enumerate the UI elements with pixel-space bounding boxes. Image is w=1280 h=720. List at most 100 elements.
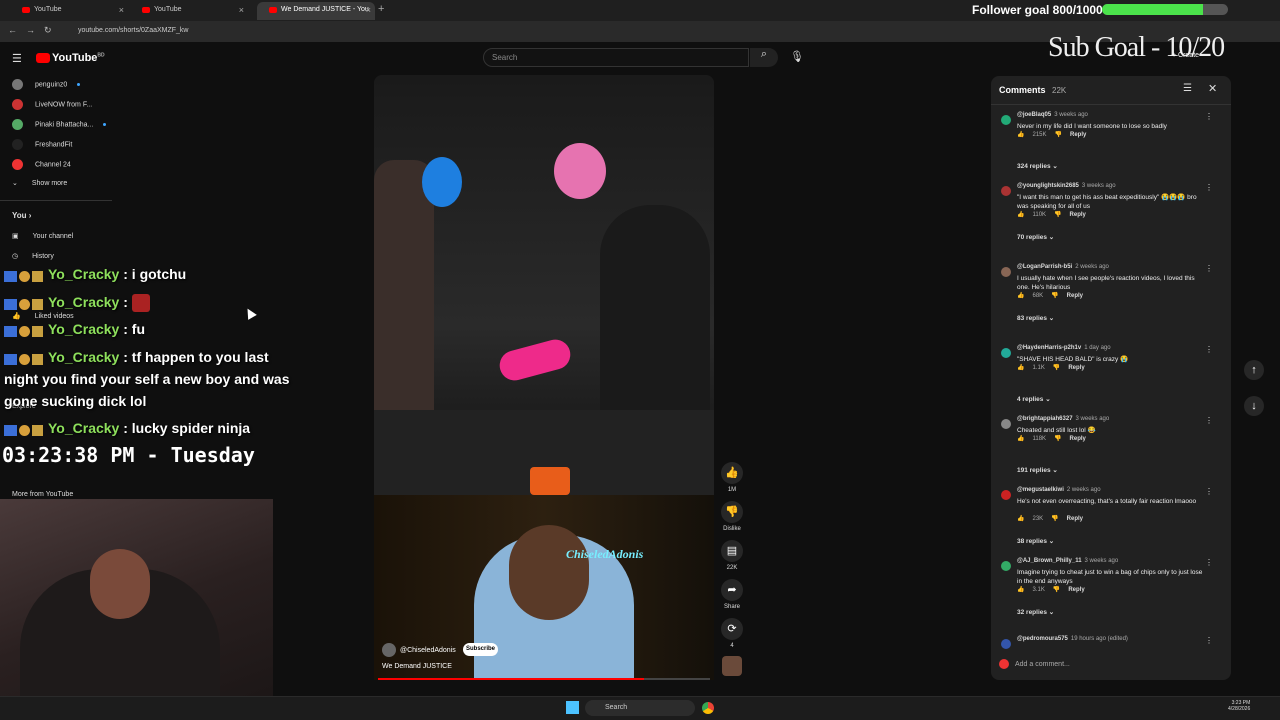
share-button[interactable]: ➦ Share bbox=[720, 579, 744, 610]
dislike-comment-icon[interactable]: 👎 bbox=[1055, 132, 1062, 138]
sidebar-history[interactable]: ◷ History bbox=[12, 252, 54, 260]
create-button[interactable]: + Create bbox=[1172, 52, 1199, 59]
tab-youtube-2[interactable]: YouTube × bbox=[130, 2, 248, 20]
avatar[interactable] bbox=[1001, 115, 1011, 125]
dislike-comment-icon[interactable]: 👎 bbox=[1053, 587, 1060, 593]
avatar[interactable] bbox=[1001, 490, 1011, 500]
sidebar-sub-freshandfit[interactable]: FreshandFit bbox=[12, 139, 72, 150]
taskbar-search[interactable]: Search bbox=[585, 700, 695, 716]
like-comment-icon[interactable]: 👍 bbox=[1017, 587, 1024, 593]
like-comment-icon[interactable]: 👍 bbox=[1017, 436, 1024, 442]
view-replies-button[interactable]: 32 replies ⌄ bbox=[1017, 608, 1054, 616]
shorts-video[interactable] bbox=[374, 75, 714, 495]
hamburger-menu-icon[interactable]: ☰ bbox=[12, 52, 22, 65]
close-tab-icon[interactable]: × bbox=[119, 5, 124, 15]
avatar[interactable] bbox=[1001, 186, 1011, 196]
more-vert-icon[interactable]: ⋮ bbox=[1205, 264, 1213, 273]
view-replies-button[interactable]: 324 replies ⌄ bbox=[1017, 162, 1058, 170]
new-tab-icon[interactable]: + bbox=[378, 3, 384, 15]
sidebar-sub-penguinz0[interactable]: penguinz0 bbox=[12, 79, 81, 90]
avatar[interactable] bbox=[1001, 267, 1011, 277]
avatar[interactable] bbox=[1001, 348, 1011, 358]
like-comment-icon[interactable]: 👍 bbox=[1017, 293, 1024, 299]
like-comment-icon[interactable]: 👍 bbox=[1017, 212, 1024, 218]
comment-author[interactable]: @HaydenHarris-p2h1v 1 day ago bbox=[1017, 345, 1111, 351]
comment-author[interactable]: @megustaelkiwi 2 weeks ago bbox=[1017, 487, 1101, 493]
dislike-comment-icon[interactable]: 👎 bbox=[1054, 436, 1061, 442]
previous-short-button[interactable]: ↑ bbox=[1244, 360, 1264, 380]
tab-we-demand-justice[interactable]: We Demand JUSTICE - You × bbox=[257, 2, 375, 20]
sidebar-liked[interactable]: 👍 Liked videos bbox=[12, 312, 74, 320]
sidebar-show-more[interactable]: ⌄ Show more bbox=[12, 179, 67, 187]
more-vert-icon[interactable]: ⋮ bbox=[1205, 636, 1213, 645]
video-progress[interactable] bbox=[378, 678, 710, 680]
sidebar-sub-pinaki[interactable]: Pinaki Bhattacha... bbox=[12, 119, 107, 130]
avatar[interactable] bbox=[1001, 561, 1011, 571]
close-tab-icon[interactable]: × bbox=[239, 5, 244, 15]
close-tab-icon[interactable]: × bbox=[366, 5, 371, 15]
sidebar-sub-livenow[interactable]: LiveNOW from F... bbox=[12, 99, 92, 110]
view-replies-button[interactable]: 70 replies ⌄ bbox=[1017, 233, 1054, 241]
reply-button[interactable]: Reply bbox=[1070, 212, 1086, 218]
reply-button[interactable]: Reply bbox=[1067, 516, 1083, 522]
more-vert-icon[interactable]: ⋮ bbox=[1205, 416, 1213, 425]
reload-icon[interactable]: ↻ bbox=[44, 25, 52, 36]
url-field[interactable]: youtube.com/shorts/0ZaaXMZF_kw bbox=[70, 24, 970, 39]
more-vert-icon[interactable]: ⋮ bbox=[1205, 487, 1213, 496]
sidebar-your-channel[interactable]: ▣ Your channel bbox=[12, 232, 73, 240]
windows-start-icon[interactable] bbox=[566, 701, 579, 714]
tab-youtube-1[interactable]: YouTube × bbox=[10, 2, 128, 20]
youtube-logo[interactable]: YouTubeBD bbox=[36, 52, 105, 64]
dislike-button[interactable]: 👎 Dislike bbox=[720, 501, 744, 532]
author-handle: @brightappiah6327 bbox=[1017, 416, 1073, 422]
avatar[interactable] bbox=[1001, 639, 1011, 649]
comments-button[interactable]: ▤ 22K bbox=[720, 540, 744, 571]
dislike-comment-icon[interactable]: 👎 bbox=[1054, 212, 1061, 218]
view-replies-button[interactable]: 38 replies ⌄ bbox=[1017, 537, 1054, 545]
comment-author[interactable]: @joeBlaq05 3 weeks ago bbox=[1017, 112, 1088, 118]
like-comment-icon[interactable]: 👍 bbox=[1017, 516, 1024, 522]
next-short-button[interactable]: ↓ bbox=[1244, 396, 1264, 416]
more-vert-icon[interactable]: ⋮ bbox=[1205, 112, 1213, 121]
add-comment-field[interactable]: Add a comment... bbox=[999, 659, 1224, 669]
subscribe-button[interactable]: Subscribe bbox=[463, 643, 498, 656]
search-input[interactable]: Search bbox=[483, 48, 749, 67]
sidebar-sub-channel24[interactable]: Channel 24 bbox=[12, 159, 71, 170]
video-person-left bbox=[374, 160, 434, 410]
sidebar-you[interactable]: You › bbox=[12, 211, 31, 220]
reply-button[interactable]: Reply bbox=[1068, 587, 1084, 593]
remix-button[interactable]: ⟳ 4 bbox=[720, 618, 744, 649]
more-vert-icon[interactable]: ⋮ bbox=[1205, 558, 1213, 567]
comment-author[interactable]: @pedromoura575 19 hours ago (edited) bbox=[1017, 636, 1128, 642]
dislike-comment-icon[interactable]: 👎 bbox=[1053, 365, 1060, 371]
chrome-icon[interactable] bbox=[702, 702, 714, 714]
back-icon[interactable]: ← bbox=[8, 25, 17, 35]
sort-icon[interactable]: ☰ bbox=[1183, 83, 1192, 94]
reply-button[interactable]: Reply bbox=[1068, 365, 1084, 371]
view-replies-button[interactable]: 4 replies ⌄ bbox=[1017, 395, 1051, 403]
avatar[interactable] bbox=[1001, 419, 1011, 429]
view-replies-button[interactable]: 83 replies ⌄ bbox=[1017, 314, 1054, 322]
reply-button[interactable]: Reply bbox=[1070, 132, 1086, 138]
like-comment-icon[interactable]: 👍 bbox=[1017, 365, 1024, 371]
more-vert-icon[interactable]: ⋮ bbox=[1205, 345, 1213, 354]
like-button[interactable]: 👍 1M bbox=[720, 462, 744, 493]
view-replies-button[interactable]: 191 replies ⌄ bbox=[1017, 466, 1058, 474]
reply-button[interactable]: Reply bbox=[1070, 436, 1086, 442]
comment-author[interactable]: @brightappiah6327 3 weeks ago bbox=[1017, 416, 1109, 422]
dislike-comment-icon[interactable]: 👎 bbox=[1051, 516, 1058, 522]
search-button[interactable]: ⌕ bbox=[750, 48, 778, 67]
forward-icon[interactable]: → bbox=[26, 25, 35, 35]
comment-author[interactable]: @AJ_Brown_Philly_11 3 weeks ago bbox=[1017, 558, 1118, 564]
comment-author[interactable]: @LoganParrish-b5i 2 weeks ago bbox=[1017, 264, 1109, 270]
sound-thumbnail[interactable] bbox=[722, 656, 742, 676]
voice-search-icon[interactable]: 🎙 bbox=[790, 50, 804, 63]
neon-sign: ChiseledAdonis bbox=[566, 547, 644, 561]
reply-button[interactable]: Reply bbox=[1067, 293, 1083, 299]
close-icon[interactable]: ✕ bbox=[1208, 82, 1217, 95]
more-vert-icon[interactable]: ⋮ bbox=[1205, 183, 1213, 192]
channel-info[interactable]: @ChiseledAdonis bbox=[382, 643, 456, 657]
like-comment-icon[interactable]: 👍 bbox=[1017, 132, 1024, 138]
dislike-comment-icon[interactable]: 👎 bbox=[1051, 293, 1058, 299]
comment-author[interactable]: @younglightskin2685 3 weeks ago bbox=[1017, 183, 1116, 189]
